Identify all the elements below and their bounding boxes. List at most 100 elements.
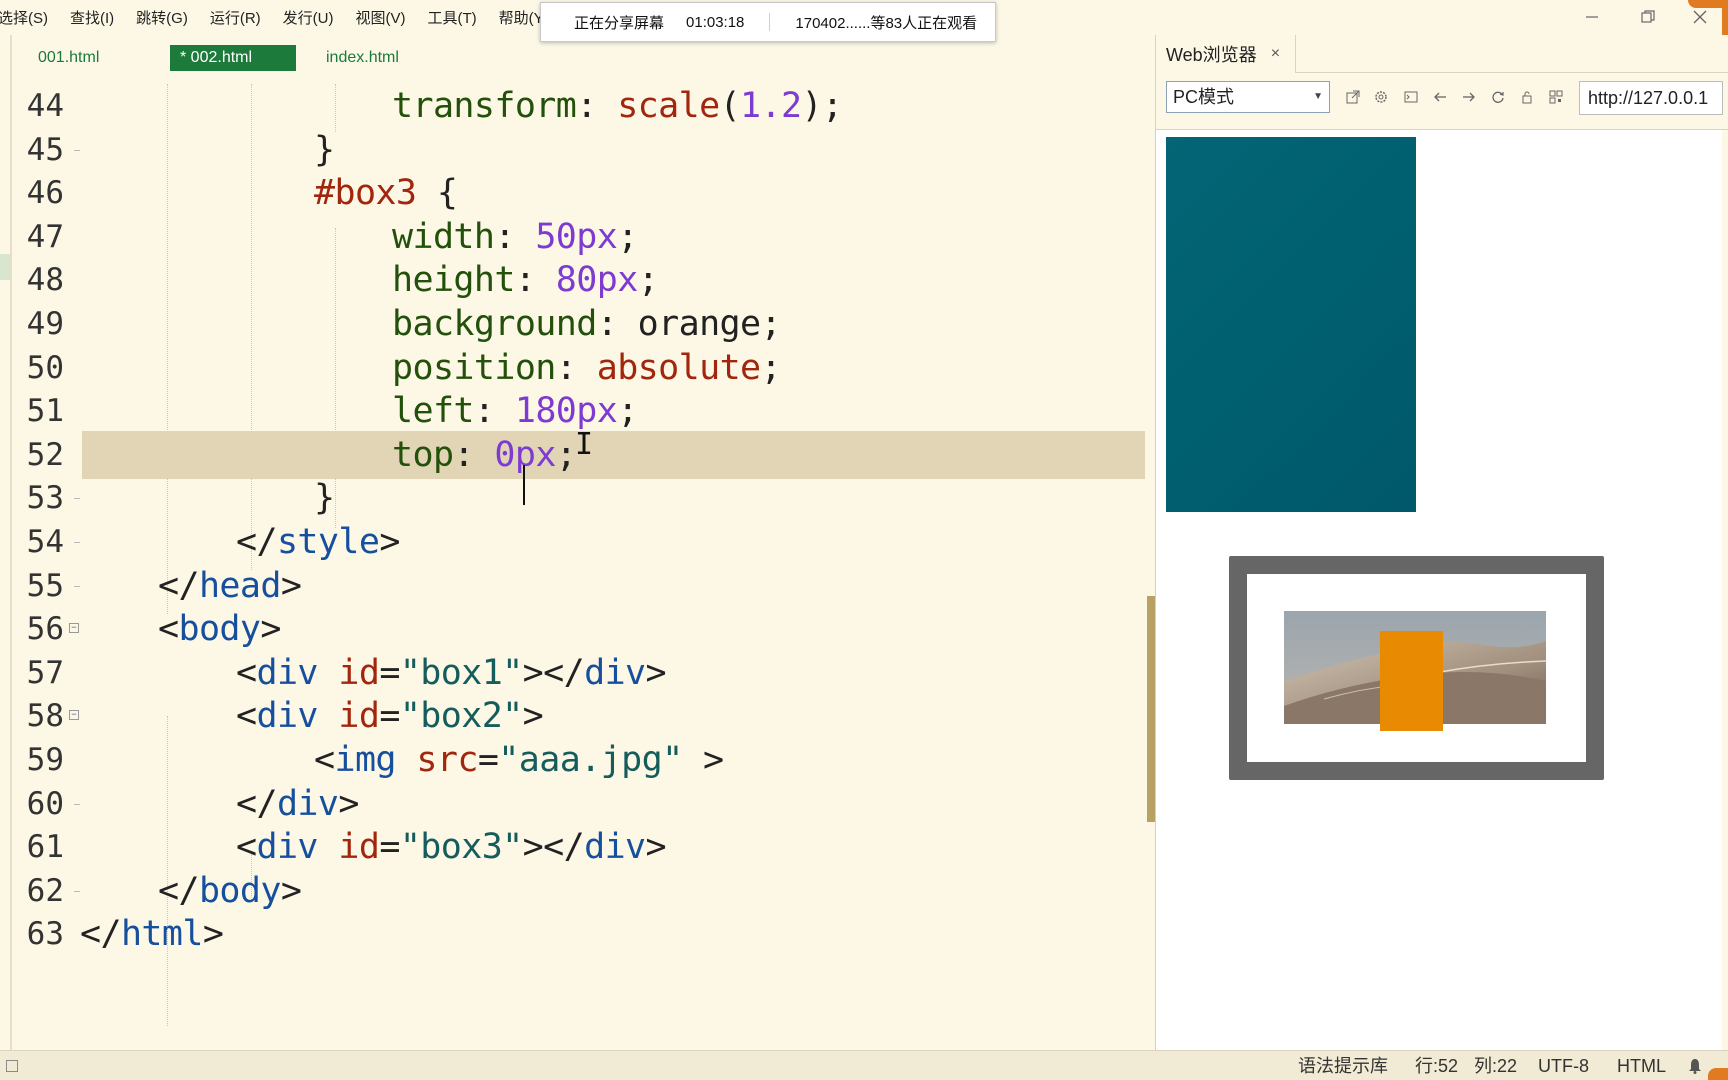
code-line[interactable]: 50 position: absolute; [0, 344, 1150, 392]
code-token: </ [80, 914, 122, 955]
notification-bell-icon[interactable] [1686, 1057, 1704, 1075]
line-number: 55 [26, 567, 64, 604]
code-line[interactable]: 54 </style> [0, 518, 1150, 566]
device-mode-value: PC模式 [1173, 87, 1235, 107]
open-external-icon[interactable] [1342, 87, 1364, 107]
code-line[interactable]: 46 #box3 { [0, 169, 1150, 217]
code-token: div [584, 827, 646, 868]
code-token: > [202, 914, 224, 955]
code-line[interactable]: 63 </html> [0, 910, 1150, 958]
device-mode-select[interactable]: PC模式 ▼ [1166, 81, 1330, 113]
line-number: 57 [26, 654, 64, 691]
chevron-down-icon: ▼ [1313, 91, 1323, 102]
code-text: top: 0px; [392, 431, 577, 479]
code-token: "aaa.jpg" [498, 740, 683, 780]
code-token: > [645, 827, 667, 868]
line-number: 62 [26, 872, 64, 909]
code-line[interactable]: 59 <img src="aaa.jpg" > [0, 736, 1150, 784]
settings-icon[interactable] [1370, 87, 1392, 107]
page-viewport[interactable] [1156, 130, 1722, 1050]
console-icon[interactable] [1400, 87, 1422, 107]
code-line[interactable]: 53} [0, 474, 1150, 522]
browser-toolbar: PC模式 ▼ http://127.0.0.1 [1156, 73, 1728, 117]
code-editor[interactable]: 44 transform: scale(1.2); 45} 46 #box3 {47 wi… [0, 84, 1150, 1044]
code-token: div [256, 696, 318, 737]
code-token: = [379, 652, 400, 693]
restore-button[interactable] [1634, 4, 1662, 30]
menu-help[interactable]: 帮助(Y [499, 7, 544, 28]
editor-scrollbar-thumb[interactable] [1147, 596, 1155, 822]
code-token: </ [236, 783, 278, 824]
code-line[interactable]: 49 background: orange; [0, 300, 1150, 348]
code-token: "box3" [399, 827, 523, 868]
code-token: "box1" [399, 652, 523, 693]
file-encoding[interactable]: UTF-8 [1538, 1051, 1589, 1080]
browser-tab-close-icon[interactable]: × [1271, 45, 1280, 63]
fold-toggle-icon[interactable]: − [69, 623, 79, 634]
forward-icon[interactable] [1458, 87, 1480, 107]
box2-content [1247, 574, 1586, 762]
code-token: 50px [535, 216, 618, 257]
code-token: </ [236, 522, 278, 562]
line-number: 63 [26, 916, 64, 953]
menu-find[interactable]: 查找(I) [70, 7, 114, 28]
code-token: = [379, 827, 400, 868]
back-icon[interactable] [1429, 87, 1451, 107]
code-token: id [338, 827, 380, 868]
code-line[interactable]: 47 width: 50px; [0, 213, 1150, 261]
code-token: ); [801, 86, 843, 126]
refresh-icon[interactable] [1487, 87, 1509, 107]
code-line[interactable]: 55 </head> [0, 562, 1150, 610]
qr-code-icon[interactable] [1545, 87, 1567, 107]
code-token: > [260, 609, 281, 650]
fold-end-marker [74, 542, 80, 543]
file-language[interactable]: HTML [1617, 1051, 1666, 1080]
code-line[interactable]: 45} [0, 126, 1150, 174]
code-token: div [256, 652, 318, 693]
code-line[interactable]: 60 </div> [0, 780, 1150, 828]
code-line[interactable]: 62 </body> [0, 867, 1150, 915]
tab-001-html[interactable]: 001.html [28, 45, 156, 71]
code-token: > [338, 783, 359, 824]
code-token: position [392, 347, 556, 388]
code-text: <img src="aaa.jpg" > [314, 736, 724, 784]
menu-run[interactable]: 运行(R) [210, 7, 261, 28]
code-token: body [198, 870, 281, 911]
line-number: 45 [26, 131, 64, 168]
code-text: </body> [158, 867, 302, 915]
code-token: : [494, 216, 536, 257]
fold-end-marker [74, 890, 80, 892]
lock-icon[interactable] [1516, 87, 1538, 107]
share-viewers: 170402......等83人正在观看 [795, 14, 978, 32]
code-line[interactable]: 58− <div id="box2"> [0, 692, 1150, 740]
code-text: </div> [236, 780, 359, 828]
code-line[interactable]: 44 transform: scale(1.2); [0, 82, 1150, 130]
fold-toggle-icon[interactable]: − [69, 710, 79, 721]
minimize-button[interactable] [1578, 4, 1606, 30]
line-number: 52 [26, 436, 64, 473]
syntax-library-button[interactable]: 语法提示库 [1298, 1051, 1388, 1080]
menu-tools[interactable]: 工具(T) [428, 7, 477, 28]
code-token: html [120, 914, 203, 955]
menu-view[interactable]: 视图(V) [356, 7, 406, 28]
line-number: 49 [26, 306, 64, 342]
code-text: <div id="box1"></div> [236, 649, 667, 697]
panel-toggle-icon[interactable] [6, 1060, 18, 1072]
code-token: </ [158, 565, 200, 606]
menu-publish[interactable]: 发行(U) [283, 7, 334, 28]
code-token: id [338, 652, 380, 693]
code-line[interactable]: 48 height: 80px; [0, 256, 1150, 304]
code-line[interactable]: 57 <div id="box1"></div> [0, 649, 1150, 697]
menu-goto[interactable]: 跳转(G) [136, 7, 188, 28]
tab-002-html[interactable]: * 002.html [170, 45, 296, 71]
code-token: : [596, 304, 638, 344]
tab-index-html[interactable]: index.html [316, 45, 409, 71]
code-line[interactable]: 61 <div id="box3"></div> [0, 823, 1150, 871]
text-caret [523, 465, 525, 505]
address-bar[interactable]: http://127.0.0.1 [1579, 81, 1723, 115]
menu-select[interactable]: 选择(S) [0, 7, 48, 28]
code-line[interactable]: 56− <body> [0, 605, 1150, 653]
code-token: height [392, 260, 515, 301]
browser-tab[interactable]: Web浏览器 × [1156, 35, 1296, 73]
